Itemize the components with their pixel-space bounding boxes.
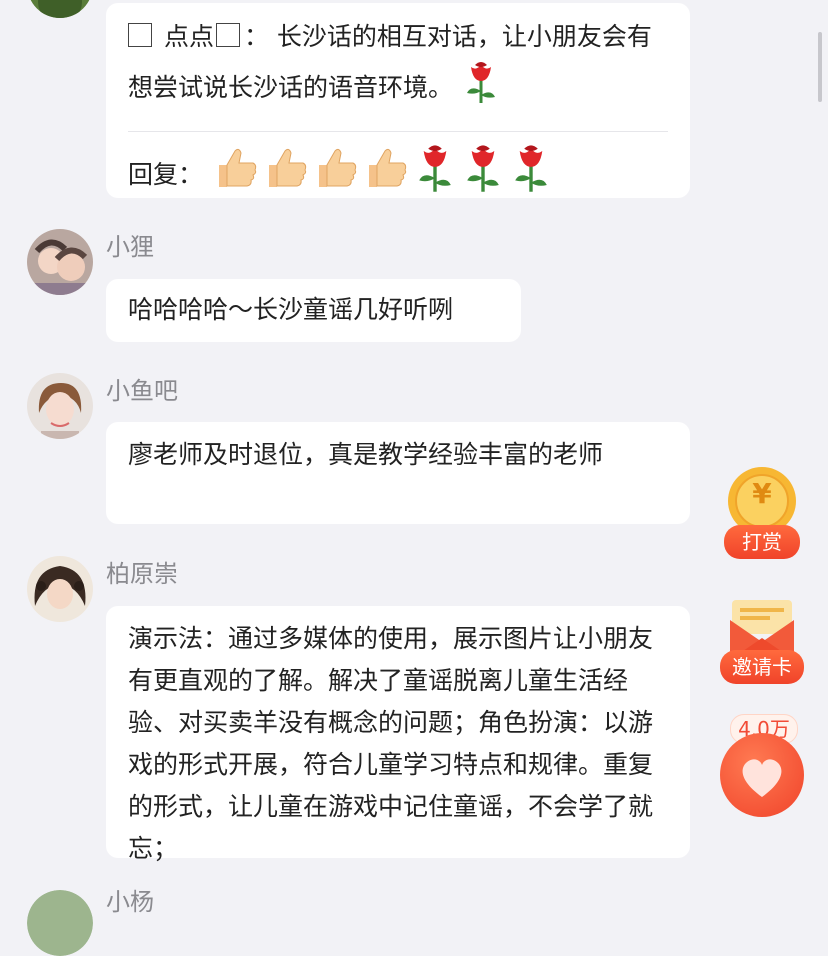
reward-button[interactable]: ¥ 打赏 bbox=[724, 465, 800, 560]
mention-text: 点点 bbox=[163, 22, 214, 51]
username: 小狸 bbox=[106, 233, 154, 261]
username: 小鱼吧 bbox=[106, 377, 178, 405]
avatar[interactable] bbox=[27, 229, 93, 295]
box-glyph bbox=[128, 23, 152, 47]
thumbs-up-icon bbox=[361, 143, 411, 206]
comment-bubble: 哈哈哈哈～长沙童谣几好听咧 bbox=[106, 279, 521, 342]
comment-text: 哈哈哈哈～长沙童谣几好听咧 bbox=[128, 295, 454, 324]
scrollbar[interactable] bbox=[818, 32, 822, 102]
coin-symbol: ¥ bbox=[752, 477, 772, 510]
thumbs-up-icon bbox=[261, 143, 311, 206]
reward-label: 打赏 bbox=[724, 525, 800, 559]
thumbs-up-icon bbox=[311, 143, 361, 206]
rose-icon bbox=[507, 142, 555, 207]
comment-text: 点点： 长沙话的相互对话，让小朋友会有想尝试说长沙话的语音环境。 bbox=[128, 15, 668, 119]
username: 小杨 bbox=[106, 888, 154, 916]
avatar[interactable] bbox=[27, 373, 93, 439]
reply-row: 回复： bbox=[128, 142, 668, 207]
rose-icon bbox=[461, 59, 501, 119]
rose-icon bbox=[411, 142, 459, 207]
invite-label: 邀请卡 bbox=[720, 650, 804, 684]
reply-label: 回复： bbox=[128, 159, 204, 189]
avatar[interactable] bbox=[27, 556, 93, 622]
heart-icon bbox=[742, 759, 782, 797]
rose-icon bbox=[459, 142, 507, 207]
like-button[interactable] bbox=[720, 733, 804, 817]
thumbs-up-icon bbox=[211, 143, 261, 206]
comment-bubble: 演示法：通过多媒体的使用，展示图片让小朋友有更直观的了解。解决了童谣脱离儿童生活… bbox=[106, 606, 690, 863]
comment-bubble: 廖老师及时退位，真是教学经验丰富的老师 bbox=[106, 422, 690, 524]
comment-text: 演示法：通过多媒体的使用，展示图片让小朋友有更直观的了解。解决了童谣脱离儿童生活… bbox=[128, 624, 654, 863]
invite-card-button[interactable]: 邀请卡 bbox=[720, 598, 804, 688]
divider bbox=[128, 131, 668, 132]
username: 柏原崇 bbox=[106, 560, 178, 588]
box-glyph bbox=[215, 23, 240, 47]
comment-bubble: 点点： 长沙话的相互对话，让小朋友会有想尝试说长沙话的语音环境。 回复： bbox=[106, 3, 690, 198]
comment-text: 廖老师及时退位，真是教学经验丰富的老师 bbox=[128, 440, 604, 469]
avatar[interactable] bbox=[27, 890, 93, 956]
avatar[interactable] bbox=[27, 0, 93, 18]
